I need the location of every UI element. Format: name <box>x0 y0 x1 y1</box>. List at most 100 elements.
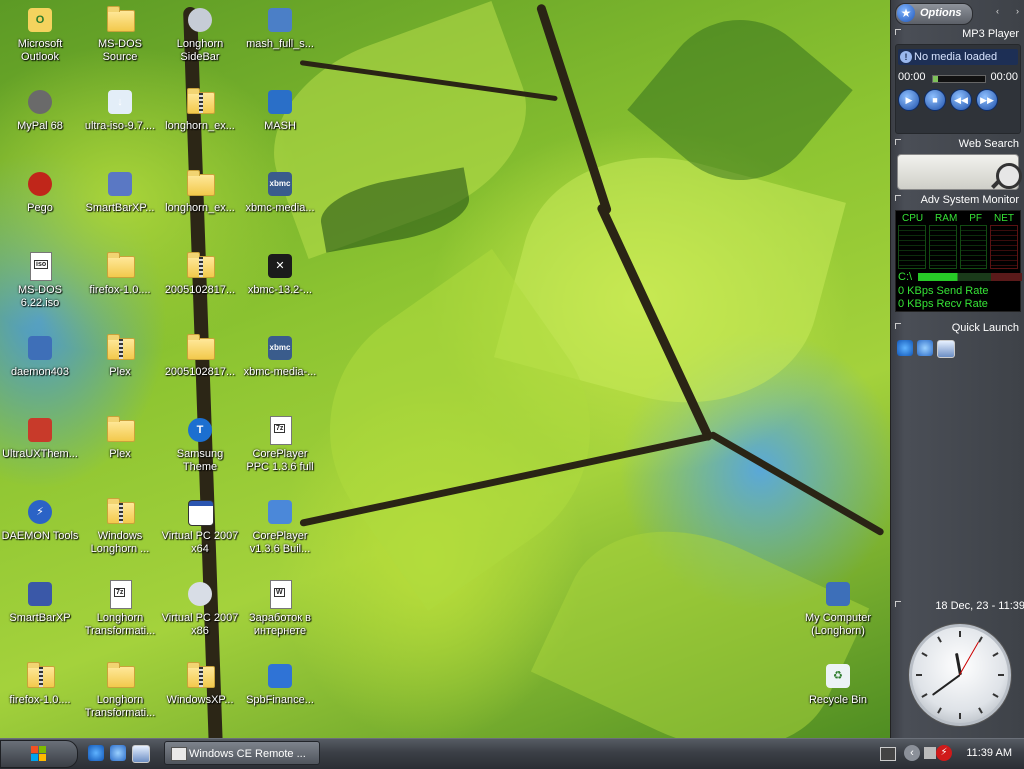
desktop-icon-label: Microsoft Outlook <box>17 38 63 63</box>
gadget-corner-icon[interactable] <box>895 195 901 201</box>
previous-button[interactable]: ◀◀ <box>950 89 972 111</box>
play-button[interactable]: ▶ <box>898 89 920 111</box>
clock-tick <box>921 652 928 657</box>
star-icon: ★ <box>897 4 915 22</box>
desktop-icon-label: CorePlayer PPC 1.3.6 full <box>246 448 314 473</box>
desktop-icon[interactable]: ♻ Recycle Bin <box>798 660 878 707</box>
system-monitor-gadget: CPU RAM PF NET C:\ 0 KBps Send Rate 0 KB… <box>895 210 1022 312</box>
chevron-left-icon[interactable]: ‹ <box>996 6 999 16</box>
desktop-icon[interactable]: daemon403 <box>0 332 80 379</box>
keyboard-icon[interactable] <box>880 747 896 761</box>
folder-icon <box>184 332 216 364</box>
tray-red-icon[interactable]: ⚡ <box>936 745 952 761</box>
desktop-icon[interactable]: MASH <box>240 86 320 133</box>
clock-minute-hand <box>931 674 961 696</box>
gadget-corner-icon[interactable] <box>895 139 901 145</box>
desktop-icon[interactable]: xbmc xbmc-media-... <box>240 332 320 379</box>
desktop-icon[interactable]: 7z CorePlayer PPC 1.3.6 full <box>240 414 320 474</box>
stop-button[interactable]: ■ <box>924 89 946 111</box>
desktop-icon-label: Virtual PC 2007 x86 <box>161 612 239 637</box>
desktop-icon[interactable]: firefox-1.0.... <box>0 660 80 707</box>
taskbar: Windows CE Remote ... ‹ ⚡ 11:39 AM <box>0 738 1024 769</box>
desktop-icon[interactable]: 2005102817... <box>160 250 240 297</box>
taskbar-window-button[interactable]: Windows CE Remote ... <box>164 741 320 765</box>
7z-icon: 7z <box>264 414 296 446</box>
ie-page-icon[interactable] <box>110 745 126 761</box>
desktop-icon-label: Pego <box>27 202 53 214</box>
desktop-icon[interactable]: ⚡ DAEMON Tools <box>0 496 80 543</box>
search-icon[interactable] <box>996 163 1022 189</box>
windows-flag-icon <box>31 746 47 762</box>
gadget-corner-icon[interactable] <box>895 29 901 35</box>
desktop-icon[interactable]: xbmc xbmc-media... <box>240 168 320 215</box>
zip-folder-icon <box>184 660 216 692</box>
show-desktop-icon[interactable] <box>937 340 955 358</box>
desktop-icon[interactable]: 2005102817... <box>160 332 240 379</box>
desktop-icon[interactable]: ↓ ultra-iso-9.7.... <box>80 86 160 133</box>
options-button[interactable]: ★ Options <box>895 3 973 25</box>
samsung-theme-icon: T <box>184 414 216 446</box>
desktop-icon-label: SmartBarXP... <box>85 202 155 214</box>
desktop-icon[interactable]: 7z Longhorn Transformati... <box>80 578 160 638</box>
desktop-icon-label: xbmc-media... <box>245 202 315 214</box>
sidebar-header: ★ Options ‹ › <box>891 0 1024 26</box>
taskbar-clock[interactable]: 11:39 AM <box>966 747 1012 759</box>
gadget-corner-icon[interactable] <box>895 601 901 607</box>
desktop-icon[interactable]: Plex <box>80 414 160 461</box>
desktop-icon[interactable]: firefox-1.0.... <box>80 250 160 297</box>
internet-explorer-icon[interactable] <box>897 340 913 356</box>
desktop-icon-label: SpbFinance... <box>246 694 314 706</box>
desktop-icon[interactable]: CorePlayer v1.3.6 Buil... <box>240 496 320 556</box>
desktop-icon-label: My Computer (Longhorn) <box>804 612 872 637</box>
show-desktop-icon[interactable] <box>132 745 150 763</box>
folder-icon <box>104 4 136 36</box>
desktop-icon[interactable]: SmartBarXP... <box>80 168 160 215</box>
tray-app-icon[interactable] <box>924 747 936 759</box>
desktop-icon[interactable]: UltraUXThem... <box>0 414 80 461</box>
desktop-icon[interactable]: Plex <box>80 332 160 379</box>
clock-tick <box>916 674 922 676</box>
mp3-seek-bar[interactable] <box>932 75 986 83</box>
desktop-icon[interactable]: MyPal 68 <box>0 86 80 133</box>
ie-page-icon[interactable] <box>917 340 933 356</box>
start-button[interactable] <box>0 740 78 768</box>
desktop-icon[interactable]: longhorn_ex... <box>160 86 240 133</box>
desktop-icon-label: 2005102817... <box>164 366 236 378</box>
desktop-icon-label: DAEMON Tools <box>1 530 79 542</box>
desktop-icon-label: Windows Longhorn ... <box>90 530 150 555</box>
web-search-input[interactable] <box>897 154 1022 190</box>
next-button[interactable]: ▶▶ <box>976 89 998 111</box>
desktop-icon[interactable]: Longhorn Transformati... <box>80 660 160 720</box>
coreplayer-installer-icon <box>264 496 296 528</box>
internet-explorer-icon[interactable] <box>88 745 104 761</box>
chevron-right-icon[interactable]: › <box>1016 6 1019 16</box>
send-rate: 0 KBps Send Rate <box>898 285 989 297</box>
desktop-icon[interactable]: Virtual PC 2007 x86 <box>160 578 240 638</box>
desktop-icon[interactable]: Pego <box>0 168 80 215</box>
desktop-icon[interactable]: SmartBarXP <box>0 578 80 625</box>
desktop-icon[interactable]: mash_full_s... <box>240 4 320 51</box>
desktop-icon[interactable]: SpbFinance... <box>240 660 320 707</box>
desktop-icon[interactable]: longhorn_ex... <box>160 168 240 215</box>
desktop-icon[interactable]: iso MS-DOS 6.22.iso <box>0 250 80 310</box>
desktop-icon[interactable]: W Заработок в интернете <box>240 578 320 638</box>
ultraux-icon <box>24 414 56 446</box>
gadget-corner-icon[interactable] <box>895 323 901 329</box>
folder-icon <box>104 660 136 692</box>
desktop-icon[interactable]: WindowsXP... <box>160 660 240 707</box>
desktop-icon[interactable]: Virtual PC 2007 x64 <box>160 496 240 556</box>
desktop-icon[interactable]: Windows Longhorn ... <box>80 496 160 556</box>
tray-expand-icon[interactable]: ‹ <box>904 745 920 761</box>
mp3-controls: ▶ ■ ◀◀ ▶▶ <box>898 89 1002 111</box>
desktop-icon[interactable]: T Samsung Theme <box>160 414 240 474</box>
desktop-icon[interactable]: My Computer (Longhorn) <box>798 578 878 638</box>
desktop-icon-label: Plex <box>109 366 131 378</box>
raccoon-icon <box>24 86 56 118</box>
desktop-icon[interactable]: Longhorn SideBar <box>160 4 240 64</box>
info-icon: ! <box>900 51 912 63</box>
desktop-icon[interactable]: O Microsoft Outlook <box>0 4 80 64</box>
desktop-icon-label: SmartBarXP <box>9 612 71 624</box>
desktop-icon[interactable]: MS-DOS Source <box>80 4 160 64</box>
system-monitor-title: Adv System Monitor <box>891 192 1024 208</box>
desktop-icon[interactable]: ✕ xbmc-13.2-... <box>240 250 320 297</box>
